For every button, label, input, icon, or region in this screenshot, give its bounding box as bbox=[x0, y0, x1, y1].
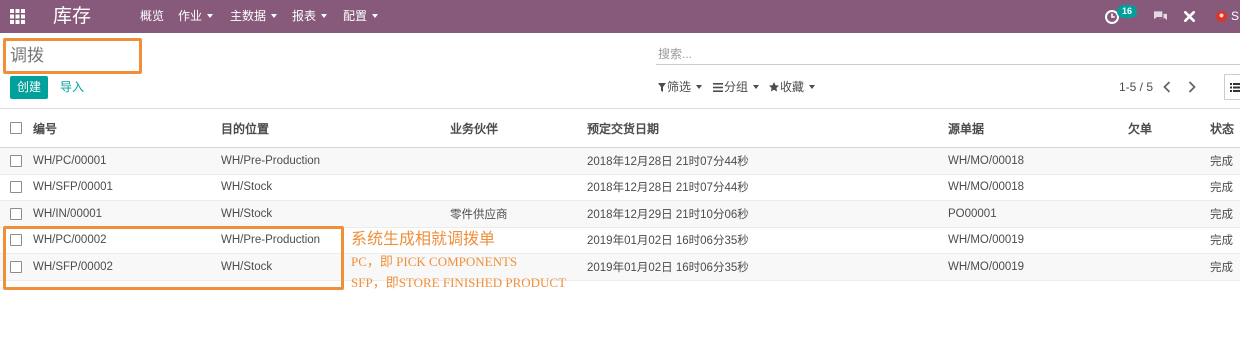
user-menu-label[interactable]: S bbox=[1231, 0, 1239, 33]
column-header-reference[interactable]: 编号 bbox=[33, 109, 57, 147]
column-header-partner[interactable]: 业务伙伴 bbox=[450, 109, 498, 147]
row-checkbox-cell bbox=[10, 201, 22, 227]
table-row[interactable]: WH/PC/00001 WH/Pre-Production 2018年12月28… bbox=[0, 148, 1240, 175]
user-avatar-icon[interactable] bbox=[1216, 11, 1227, 22]
cell-scheduled-date: 2019年01月02日 16时06分35秒 bbox=[587, 261, 749, 274]
star-icon bbox=[769, 82, 779, 92]
select-all-checkbox[interactable] bbox=[10, 122, 22, 134]
row-checkbox[interactable] bbox=[10, 260, 22, 273]
cell-scheduled-date: 2018年12月28日 21时07分44秒 bbox=[587, 155, 749, 168]
favorites-dropdown[interactable]: 收藏 bbox=[769, 77, 816, 97]
menu-reporting-label: 报表 bbox=[292, 9, 317, 23]
chat-icon[interactable] bbox=[1153, 10, 1168, 23]
table-row[interactable]: WH/PC/00002 WH/Pre-Production 2019年01月02… bbox=[0, 228, 1240, 254]
caret-down-icon bbox=[321, 13, 328, 18]
filters-label: 筛选 bbox=[667, 80, 692, 94]
cell-reference: WH/PC/00001 bbox=[33, 154, 107, 167]
apps-grid-icon[interactable] bbox=[10, 9, 25, 24]
table-row[interactable]: WH/SFP/00002 WH/Stock 2019年01月02日 16时06分… bbox=[0, 254, 1240, 281]
table-body: WH/PC/00001 WH/Pre-Production 2018年12月28… bbox=[0, 148, 1240, 281]
cell-status: 完成 bbox=[1210, 261, 1233, 274]
groupby-label: 分组 bbox=[724, 80, 749, 94]
row-checkbox-cell bbox=[10, 148, 22, 174]
cell-scheduled-date: 2018年12月29日 21时10分06秒 bbox=[587, 208, 749, 221]
column-header-status[interactable]: 状态 bbox=[1210, 109, 1234, 147]
cell-destination: WH/Stock bbox=[221, 181, 273, 194]
row-checkbox-cell bbox=[10, 175, 22, 201]
menu-operations[interactable]: 作业 bbox=[178, 0, 214, 33]
row-checkbox[interactable] bbox=[10, 181, 22, 194]
menu-overview-label: 概览 bbox=[140, 9, 165, 23]
main-navbar: 库存 概览 作业 主数据 报表 配置 16 S bbox=[0, 0, 1240, 33]
cell-reference: WH/SFP/00001 bbox=[33, 181, 113, 194]
cell-source-document: WH/MO/00019 bbox=[948, 260, 1025, 273]
row-checkbox[interactable] bbox=[10, 234, 22, 247]
caret-down-icon bbox=[753, 84, 760, 89]
header-checkbox-cell bbox=[10, 109, 22, 147]
cell-source-document: PO00001 bbox=[948, 207, 997, 220]
cell-status: 完成 bbox=[1210, 235, 1233, 248]
cell-partner: 零件供应商 bbox=[450, 208, 508, 221]
menu-configuration[interactable]: 配置 bbox=[343, 0, 379, 33]
menu-reporting[interactable]: 报表 bbox=[292, 0, 328, 33]
column-header-source-document[interactable]: 源单据 bbox=[948, 109, 984, 147]
column-header-backorder[interactable]: 欠单 bbox=[1128, 109, 1152, 147]
create-button[interactable]: 创建 bbox=[10, 76, 48, 99]
groupby-dropdown[interactable]: 分组 bbox=[713, 77, 760, 97]
table-row[interactable]: WH/IN/00001 WH/Stock 零件供应商 2018年12月29日 2… bbox=[0, 201, 1240, 228]
cell-status: 完成 bbox=[1210, 208, 1233, 221]
cell-status: 完成 bbox=[1210, 182, 1233, 195]
pager-value[interactable]: 1-5 / 5 bbox=[1119, 77, 1153, 97]
cell-source-document: WH/MO/00019 bbox=[948, 234, 1025, 247]
annotation-note-title: 系统生成相就调拨单 bbox=[351, 231, 496, 248]
row-checkbox-cell bbox=[10, 254, 22, 280]
app-title[interactable]: 库存 bbox=[53, 5, 91, 28]
caret-down-icon bbox=[271, 13, 278, 18]
filter-funnel-icon bbox=[658, 83, 666, 92]
annotation-note-sfp: SFP，即STORE FINISHED PRODUCT bbox=[351, 275, 567, 290]
cell-reference: WH/IN/00001 bbox=[33, 207, 103, 220]
caret-down-icon bbox=[207, 13, 214, 18]
cell-destination: WH/Pre-Production bbox=[221, 234, 321, 247]
column-header-destination[interactable]: 目的位置 bbox=[221, 109, 269, 147]
close-icon[interactable] bbox=[1184, 11, 1195, 22]
chevron-left-icon[interactable] bbox=[1163, 81, 1171, 93]
menu-master-data-label: 主数据 bbox=[230, 9, 267, 23]
menu-overview[interactable]: 概览 bbox=[140, 0, 164, 33]
cell-scheduled-date: 2018年12月28日 21时07分44秒 bbox=[587, 182, 749, 195]
cell-reference: WH/PC/00002 bbox=[33, 234, 107, 247]
row-checkbox[interactable] bbox=[10, 207, 22, 220]
cell-destination: WH/Pre-Production bbox=[221, 154, 321, 167]
column-header-scheduled-date[interactable]: 预定交货日期 bbox=[587, 109, 659, 147]
row-checkbox-cell bbox=[10, 228, 22, 254]
caret-down-icon bbox=[372, 13, 379, 18]
table-row[interactable]: WH/SFP/00001 WH/Stock 2018年12月28日 21时07分… bbox=[0, 175, 1240, 201]
menu-master-data[interactable]: 主数据 bbox=[230, 0, 278, 33]
annotation-note-pc: PC，即 PICK COMPONENTS bbox=[351, 254, 518, 269]
breadcrumb: 调拨 bbox=[10, 46, 44, 65]
menu-operations-label: 作业 bbox=[178, 9, 203, 23]
cell-source-document: WH/MO/00018 bbox=[948, 154, 1025, 167]
cell-source-document: WH/MO/00018 bbox=[948, 181, 1025, 194]
list-view-icon bbox=[1230, 83, 1240, 92]
favorites-label: 收藏 bbox=[780, 80, 805, 94]
search-bar bbox=[656, 43, 1240, 65]
cell-scheduled-date: 2019年01月02日 16时06分35秒 bbox=[587, 235, 749, 248]
table-header: 编号 目的位置 业务伙伴 预定交货日期 源单据 欠单 状态 bbox=[0, 109, 1240, 148]
caret-down-icon bbox=[696, 84, 703, 89]
row-checkbox[interactable] bbox=[10, 154, 22, 167]
import-button[interactable]: 导入 bbox=[60, 76, 84, 99]
list-view-button[interactable] bbox=[1224, 74, 1240, 100]
group-bars-icon bbox=[713, 83, 723, 92]
chevron-right-icon[interactable] bbox=[1188, 81, 1196, 93]
filters-dropdown[interactable]: 筛选 bbox=[658, 77, 703, 97]
cell-status: 完成 bbox=[1210, 155, 1233, 168]
cell-destination: WH/Stock bbox=[221, 207, 273, 220]
cell-reference: WH/SFP/00002 bbox=[33, 260, 113, 273]
activity-count-badge: 16 bbox=[1117, 5, 1137, 18]
menu-configuration-label: 配置 bbox=[343, 9, 368, 23]
cell-destination: WH/Stock bbox=[221, 260, 273, 273]
caret-down-icon bbox=[809, 84, 816, 89]
search-input[interactable] bbox=[656, 43, 1240, 64]
